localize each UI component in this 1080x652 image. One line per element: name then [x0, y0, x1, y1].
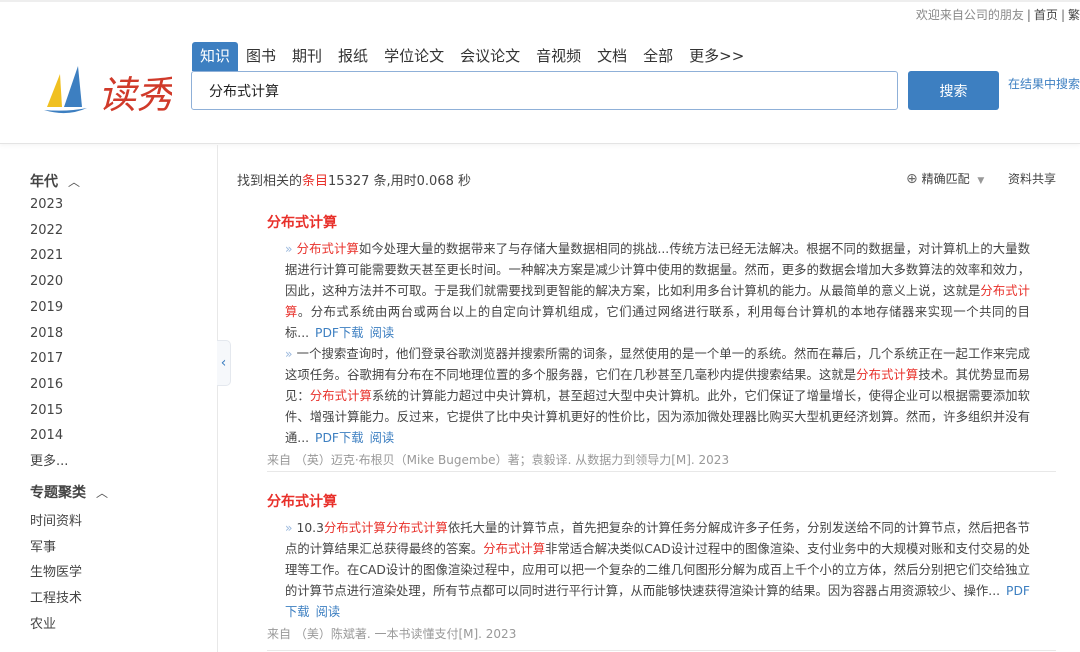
chevron-up-icon: ︿ [96, 486, 109, 500]
result-source: 来自 （英）迈克·布根贝（Mike Bugembe）著；袁毅译. 从数据力到领导… [267, 453, 730, 467]
search-input[interactable] [191, 71, 898, 110]
highlighted-keyword: 分布式计算 [309, 389, 372, 403]
chevron-up-icon: ︿ [68, 175, 81, 189]
target-icon: ⊕ [906, 171, 918, 187]
count-prefix: 找到相关的 [237, 174, 303, 189]
double-chevron-icon: » [285, 347, 293, 361]
year-filter-title: 年代 [30, 174, 58, 190]
year-filter-item[interactable]: 2016 [30, 377, 63, 392]
traditional-link[interactable]: 繁 [1068, 8, 1080, 22]
category-tabs: 知识 图书 期刊 报纸 学位论文 会议论文 音视频 文档 全部 更多>> [192, 42, 752, 71]
match-label: 精确匹配 [921, 172, 970, 186]
highlighted-keyword: 分布式计算分布式计算 [323, 521, 448, 535]
year-filter-item[interactable]: 2022 [30, 223, 63, 238]
year-filter-item[interactable]: 2019 [30, 300, 63, 315]
read-link[interactable]: 阅读 [370, 431, 395, 445]
pdf-download-link[interactable]: PDF下载 [315, 326, 364, 340]
year-filter-item[interactable]: 2014 [30, 428, 63, 443]
tab-0[interactable]: 知识 [192, 42, 239, 71]
year-filter-item[interactable]: 2023 [30, 197, 63, 212]
year-filter-header[interactable]: 年代 ︿ [30, 171, 80, 191]
logo[interactable]: 读秀 [42, 62, 172, 122]
year-filter-item[interactable]: 2015 [30, 403, 63, 418]
result-snippet: » 10.3分布式计算分布式计算依托大量的计算节点，首先把复杂的计算任务分解成许多… [285, 518, 1030, 623]
collapse-sidebar-button[interactable]: ‹ [217, 340, 231, 386]
result-source: 来自 （美）陈斌著. 一本书读懂支付[M]. 2023 [267, 627, 517, 641]
share-link[interactable]: 资料共享 [1008, 170, 1056, 187]
result-divider [267, 650, 1056, 651]
top-bar: 欢迎来自公司的朋友 | 首页 | 繁 [915, 8, 1080, 22]
read-link[interactable]: 阅读 [316, 605, 341, 619]
result-item: 分布式计算» 10.3分布式计算分布式计算依托大量的计算节点，首先把复杂的计算任务… [267, 491, 1057, 642]
welcome-text: 欢迎来自公司的朋友 [915, 8, 1024, 22]
tab-5[interactable]: 会议论文 [452, 42, 528, 71]
year-filter-item[interactable]: 2020 [30, 274, 63, 289]
tab-8[interactable]: 全部 [635, 42, 681, 71]
search-in-results-link[interactable]: 在结果中搜索 [1008, 75, 1080, 92]
home-link[interactable]: 首页 [1034, 8, 1058, 22]
header: 欢迎来自公司的朋友 | 首页 | 繁 读秀 知识 图书 期刊 报纸 学位论文 会议论文 音视频 文档全… [0, 0, 1080, 144]
result-snippet: » 一个搜索查询时，他们登录谷歌浏览器并搜索所需的词条，显然使用的是一个单一的系统… [285, 344, 1030, 449]
result-divider [267, 471, 1056, 472]
tab-9[interactable]: 更多>> [681, 42, 752, 71]
topic-filter-header[interactable]: 专题聚类 ︿ [30, 482, 108, 502]
snippet-text: 。分布式系统由两台或两台以上的自定向计算机组成，它们通过网络进行联系，利用每台计… [285, 305, 1030, 340]
topic-filter-item[interactable]: 农业 [30, 613, 56, 632]
tab-1[interactable]: 图书 [238, 42, 284, 71]
snippet-text: 系统的计算能力超过中央计算机，甚至超过大型中央计算机。此外，它们保证了增量增长，… [285, 389, 1030, 445]
result-item: 分布式计算» 分布式计算如今处理大量的数据带来了与存储大量数据相同的挑战...传统… [267, 212, 1057, 468]
snippet-text: 如今处理大量的数据带来了与存储大量数据相同的挑战...传统方法已经无法解决。根据… [285, 242, 1030, 298]
topic-filter-item[interactable]: 时间资料 [30, 510, 82, 529]
result-count: 找到相关的条目15327 条,用时0.068 秒 [237, 170, 471, 189]
count-highlight: 条目 [302, 174, 329, 189]
highlighted-keyword: 分布式计算 [856, 368, 919, 382]
tab-2[interactable]: 期刊 [284, 42, 330, 71]
double-chevron-icon: » [285, 521, 293, 535]
topic-filter-item[interactable]: 军事 [30, 536, 56, 555]
caret-down-icon: ▼ [977, 176, 985, 186]
chevron-left-icon: ‹ [220, 355, 227, 371]
filter-sidebar: 年代 ︿ 2023 2022 2021 2020 2019 2018 2017 2016 2015 2… [0, 145, 218, 652]
snippet-text: 10.3 [296, 521, 324, 535]
highlighted-keyword: 分布式计算 [483, 542, 546, 556]
read-link[interactable]: 阅读 [370, 326, 395, 340]
topic-filter-title: 专题聚类 [30, 485, 86, 501]
double-chevron-icon: » [285, 242, 293, 256]
tab-7[interactable]: 文档 [589, 42, 635, 71]
tab-4[interactable]: 学位论文 [376, 42, 452, 71]
highlighted-keyword: 分布式计算 [296, 242, 359, 256]
topic-filter-item[interactable]: 生物医学 [30, 561, 82, 580]
tab-6[interactable]: 音视频 [528, 42, 589, 71]
result-snippet: » 分布式计算如今处理大量的数据带来了与存储大量数据相同的挑战...传统方法已经无… [285, 239, 1030, 344]
result-title-link[interactable]: 分布式计算 [267, 491, 1057, 511]
pdf-download-link[interactable]: PDF下载 [315, 431, 364, 445]
year-filter-item[interactable]: 2017 [30, 351, 63, 366]
year-filter-item[interactable]: 2021 [30, 248, 63, 263]
tab-3[interactable]: 报纸 [330, 42, 376, 71]
svg-text:读秀: 读秀 [98, 73, 172, 117]
result-title-link[interactable]: 分布式计算 [267, 212, 1057, 232]
search-button[interactable]: 搜索 [908, 71, 999, 110]
count-rest: 15327 条,用时0.068 秒 [328, 174, 471, 189]
year-more-link[interactable]: 更多... [30, 450, 68, 469]
match-mode-dropdown[interactable]: ⊕ 精确匹配 ▼ [906, 170, 984, 187]
topic-filter-item[interactable]: 工程技术 [30, 587, 82, 606]
year-filter-item[interactable]: 2018 [30, 326, 63, 341]
